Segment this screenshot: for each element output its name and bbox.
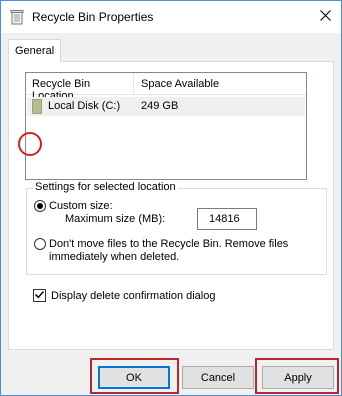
dont-move-label-line2: immediately when deleted. (49, 251, 180, 263)
close-icon (319, 10, 331, 24)
ok-button-label: OK (126, 371, 142, 384)
location-name: Local Disk (C:) (48, 100, 121, 112)
ok-button[interactable]: OK (98, 366, 170, 389)
max-size-label: Maximum size (MB): (65, 213, 166, 225)
title-bar: Recycle Bin Properties (1, 1, 341, 33)
close-button[interactable] (313, 5, 337, 29)
dont-move-radio[interactable] (34, 238, 46, 250)
column-header-space[interactable]: Space Available (134, 73, 306, 95)
location-list[interactable]: Recycle Bin Location Space Available Loc… (25, 72, 307, 180)
list-header: Recycle Bin Location Space Available (26, 73, 306, 102)
cancel-button-label: Cancel (200, 371, 236, 384)
max-size-input[interactable]: 14816 (197, 208, 257, 230)
apply-button-label: Apply (284, 371, 312, 384)
settings-group-label: Settings for selected location (33, 181, 178, 193)
custom-size-label: Custom size: (49, 200, 113, 212)
custom-size-radio[interactable] (34, 200, 46, 212)
confirm-dialog-checkbox[interactable] (33, 289, 46, 302)
dont-move-label-line1: Don't move files to the Recycle Bin. Rem… (49, 238, 289, 250)
window-title: Recycle Bin Properties (32, 10, 154, 24)
cancel-button[interactable]: Cancel (182, 366, 254, 389)
location-space: 249 GB (141, 100, 179, 112)
confirm-dialog-label: Display delete confirmation dialog (51, 290, 216, 302)
tab-general[interactable]: General (8, 39, 61, 62)
general-tab-panel: Recycle Bin Location Space Available Loc… (8, 61, 334, 350)
apply-button[interactable]: Apply (262, 366, 334, 389)
properties-window: Recycle Bin Properties General Recycle B… (0, 0, 342, 396)
tab-general-label: General (15, 45, 55, 57)
drive-icon (32, 99, 42, 114)
column-header-location[interactable]: Recycle Bin Location (26, 73, 134, 102)
recycle-bin-icon (10, 9, 24, 25)
checkmark-icon (34, 289, 45, 303)
annotation-highlight-circle (18, 132, 42, 156)
list-item[interactable]: Local Disk (C:) 249 GB (27, 97, 305, 116)
